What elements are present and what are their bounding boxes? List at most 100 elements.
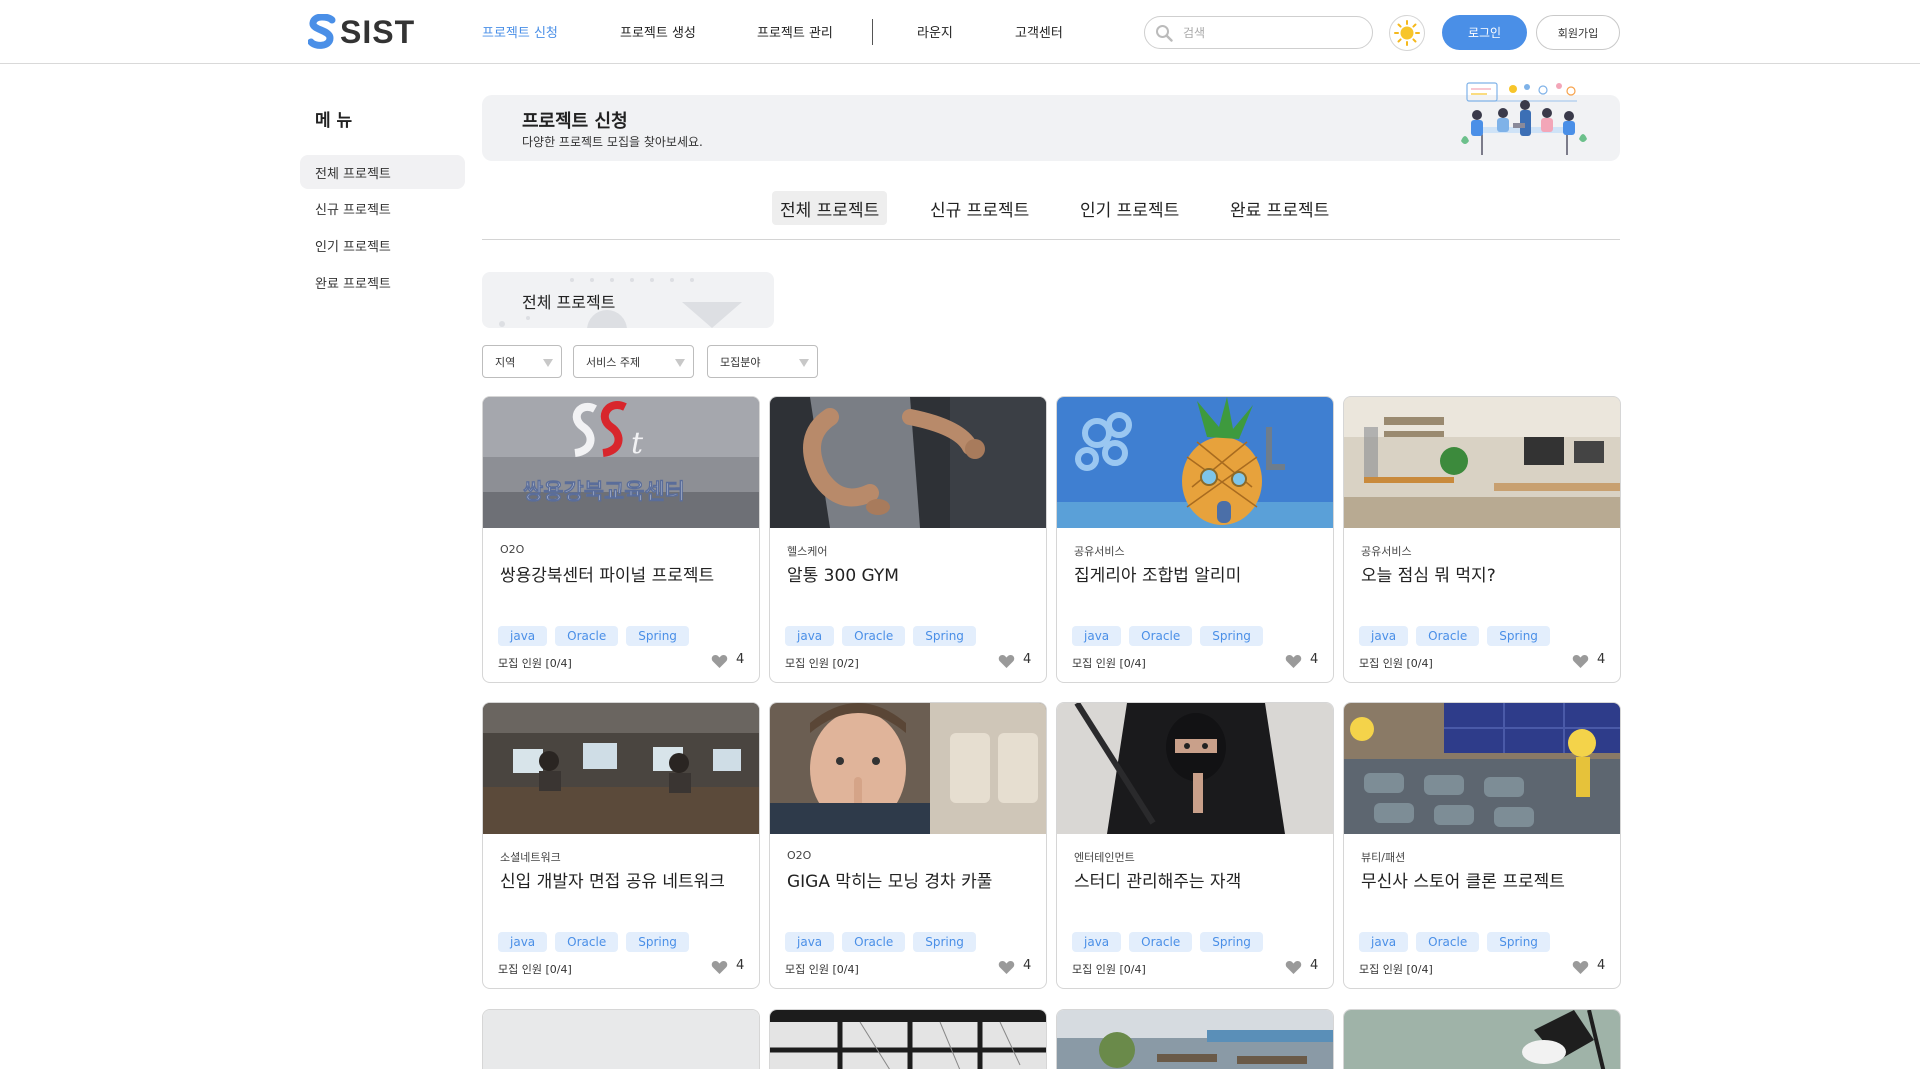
project-card-partial[interactable] (1343, 1009, 1621, 1069)
login-button[interactable]: 로그인 (1442, 15, 1527, 50)
project-card[interactable]: t 쌍용강북교육센터 O2O 쌍용강북센터 파이널 프로젝트 java Orac… (482, 396, 760, 683)
like-count: 4 (1597, 652, 1606, 667)
project-category: 공유서비스 (1361, 545, 1412, 558)
team-meeting-illustration (1461, 82, 1587, 155)
region-filter-select[interactable]: 지역 (482, 345, 562, 378)
like-count: 4 (1023, 958, 1032, 973)
logo-text: SIST (340, 13, 416, 50)
project-title[interactable]: GIGA 막히는 모닝 경차 카풀 (787, 867, 992, 892)
tabs-divider (482, 239, 1620, 240)
heart-icon[interactable] (711, 654, 728, 669)
tech-tag: Oracle (1129, 626, 1193, 646)
project-category: 뷰티/패션 (1361, 851, 1406, 864)
tech-tags: java Oracle Spring (1072, 932, 1263, 952)
recruit-count: 모집 인원 [0/4] (1359, 963, 1433, 976)
nav-project-manage[interactable]: 프로젝트 관리 (757, 22, 833, 41)
tech-tag: Oracle (842, 932, 906, 952)
recruit-field-filter-select[interactable]: 모집분야 (707, 345, 818, 378)
heart-icon[interactable] (1572, 654, 1589, 669)
project-title[interactable]: 쌍용강북센터 파이널 프로젝트 (500, 561, 714, 586)
sidebar-item-all[interactable]: 전체 프로젝트 (300, 155, 465, 189)
like-count: 4 (736, 652, 745, 667)
project-title[interactable]: 알통 300 GYM (787, 561, 899, 586)
project-card-partial[interactable] (769, 1009, 1047, 1069)
chevron-down-icon (799, 359, 809, 367)
project-title[interactable]: 집게리아 조합법 알리미 (1074, 561, 1241, 586)
service-topic-filter-label: 서비스 주제 (586, 355, 641, 369)
tech-tags: java Oracle Spring (498, 932, 689, 952)
nav-project-create[interactable]: 프로젝트 생성 (620, 22, 696, 41)
page-subtitle: 다양한 프로젝트 모집을 찾아보세요. (522, 135, 703, 149)
project-thumbnail (1344, 1010, 1620, 1069)
tech-tag: Spring (1200, 626, 1263, 646)
search-box[interactable] (1144, 16, 1373, 49)
project-category: 공유서비스 (1074, 545, 1125, 558)
tech-tag: java (1072, 932, 1122, 952)
region-filter-label: 지역 (495, 355, 516, 369)
project-card[interactable]: 공유서비스 집게리아 조합법 알리미 java Oracle Spring 모집… (1056, 396, 1334, 683)
project-title[interactable]: 신입 개발자 면접 공유 네트워크 (500, 867, 725, 892)
project-card-partial[interactable] (482, 1009, 760, 1069)
heart-icon[interactable] (1285, 654, 1302, 669)
tech-tag: Spring (626, 932, 689, 952)
tech-tag: Oracle (1129, 932, 1193, 952)
recruit-count: 모집 인원 [0/2] (785, 657, 859, 670)
service-topic-filter-select[interactable]: 서비스 주제 (573, 345, 694, 378)
search-input[interactable] (1183, 23, 1363, 43)
tech-tag: Oracle (555, 932, 619, 952)
nav-lounge[interactable]: 라운지 (917, 22, 953, 41)
recruit-count: 모집 인원 [0/4] (1072, 657, 1146, 670)
tech-tag: Spring (1487, 932, 1550, 952)
project-card[interactable]: 공유서비스 오늘 점심 뭐 먹지? java Oracle Spring 모집 … (1343, 396, 1621, 683)
project-card-partial[interactable] (1056, 1009, 1334, 1069)
heart-icon[interactable] (998, 654, 1015, 669)
tech-tag: java (1359, 626, 1409, 646)
project-title[interactable]: 오늘 점심 뭐 먹지? (1361, 561, 1496, 586)
project-thumbnail (1344, 703, 1620, 834)
sidebar-item-new[interactable]: 신규 프로젝트 (300, 191, 465, 225)
project-card[interactable]: 헬스케어 알통 300 GYM java Oracle Spring 모집 인원… (769, 396, 1047, 683)
svg-text:쌍용강북교육센터: 쌍용강북교육센터 (523, 480, 685, 505)
project-card[interactable]: O2O GIGA 막히는 모닝 경차 카풀 java Oracle Spring… (769, 702, 1047, 989)
project-category: 헬스케어 (787, 545, 828, 558)
heart-icon[interactable] (998, 960, 1015, 975)
recruit-count: 모집 인원 [0/4] (498, 963, 572, 976)
project-thumbnail (1057, 703, 1333, 834)
sidebar-item-popular[interactable]: 인기 프로젝트 (300, 228, 465, 262)
section-heading-text: 전체 프로젝트 (522, 293, 616, 312)
search-icon (1156, 25, 1173, 42)
project-thumbnail (483, 703, 759, 834)
nav-customer-center[interactable]: 고객센터 (1015, 22, 1063, 41)
tab-all-projects[interactable]: 전체 프로젝트 (772, 191, 888, 225)
tab-popular-projects[interactable]: 인기 프로젝트 (1072, 191, 1187, 225)
heart-icon[interactable] (1572, 960, 1589, 975)
tab-new-projects[interactable]: 신규 프로젝트 (922, 191, 1037, 225)
sidebar-item-completed[interactable]: 완료 프로젝트 (300, 265, 465, 299)
theme-toggle-button[interactable] (1389, 15, 1425, 51)
like-count: 4 (1597, 958, 1606, 973)
nav-project-apply[interactable]: 프로젝트 신청 (482, 22, 558, 41)
project-card[interactable]: 엔터테인먼트 스터디 관리해주는 자객 java Oracle Spring 모… (1056, 702, 1334, 989)
project-card[interactable]: 소셜네트워크 신입 개발자 면접 공유 네트워크 java Oracle Spr… (482, 702, 760, 989)
sist-logo[interactable]: SIST (308, 14, 415, 50)
project-card[interactable]: 뷰티/패션 무신사 스토어 클론 프로젝트 java Oracle Spring… (1343, 702, 1621, 989)
project-thumbnail (770, 1010, 1046, 1069)
svg-text:t: t (631, 426, 644, 461)
tab-completed-projects[interactable]: 완료 프로젝트 (1222, 191, 1337, 225)
project-thumbnail: t 쌍용강북교육센터 (483, 397, 759, 528)
top-header: SIST 프로젝트 신청 프로젝트 생성 프로젝트 관리 라운지 고객센터 로그… (0, 0, 1920, 64)
tech-tags: java Oracle Spring (1359, 932, 1550, 952)
like-count: 4 (736, 958, 745, 973)
sidebar-title: 메 뉴 (315, 111, 353, 131)
project-thumbnail (1344, 397, 1620, 528)
tech-tag: Oracle (1416, 932, 1480, 952)
heart-icon[interactable] (711, 960, 728, 975)
tech-tag: Spring (1487, 626, 1550, 646)
project-category: 엔터테인먼트 (1074, 851, 1135, 864)
project-title[interactable]: 무신사 스토어 클론 프로젝트 (1361, 867, 1565, 892)
project-thumbnail (1057, 1010, 1333, 1069)
signup-button[interactable]: 회원가입 (1536, 15, 1620, 50)
project-title[interactable]: 스터디 관리해주는 자객 (1074, 867, 1241, 892)
heart-icon[interactable] (1285, 960, 1302, 975)
recruit-count: 모집 인원 [0/4] (498, 657, 572, 670)
